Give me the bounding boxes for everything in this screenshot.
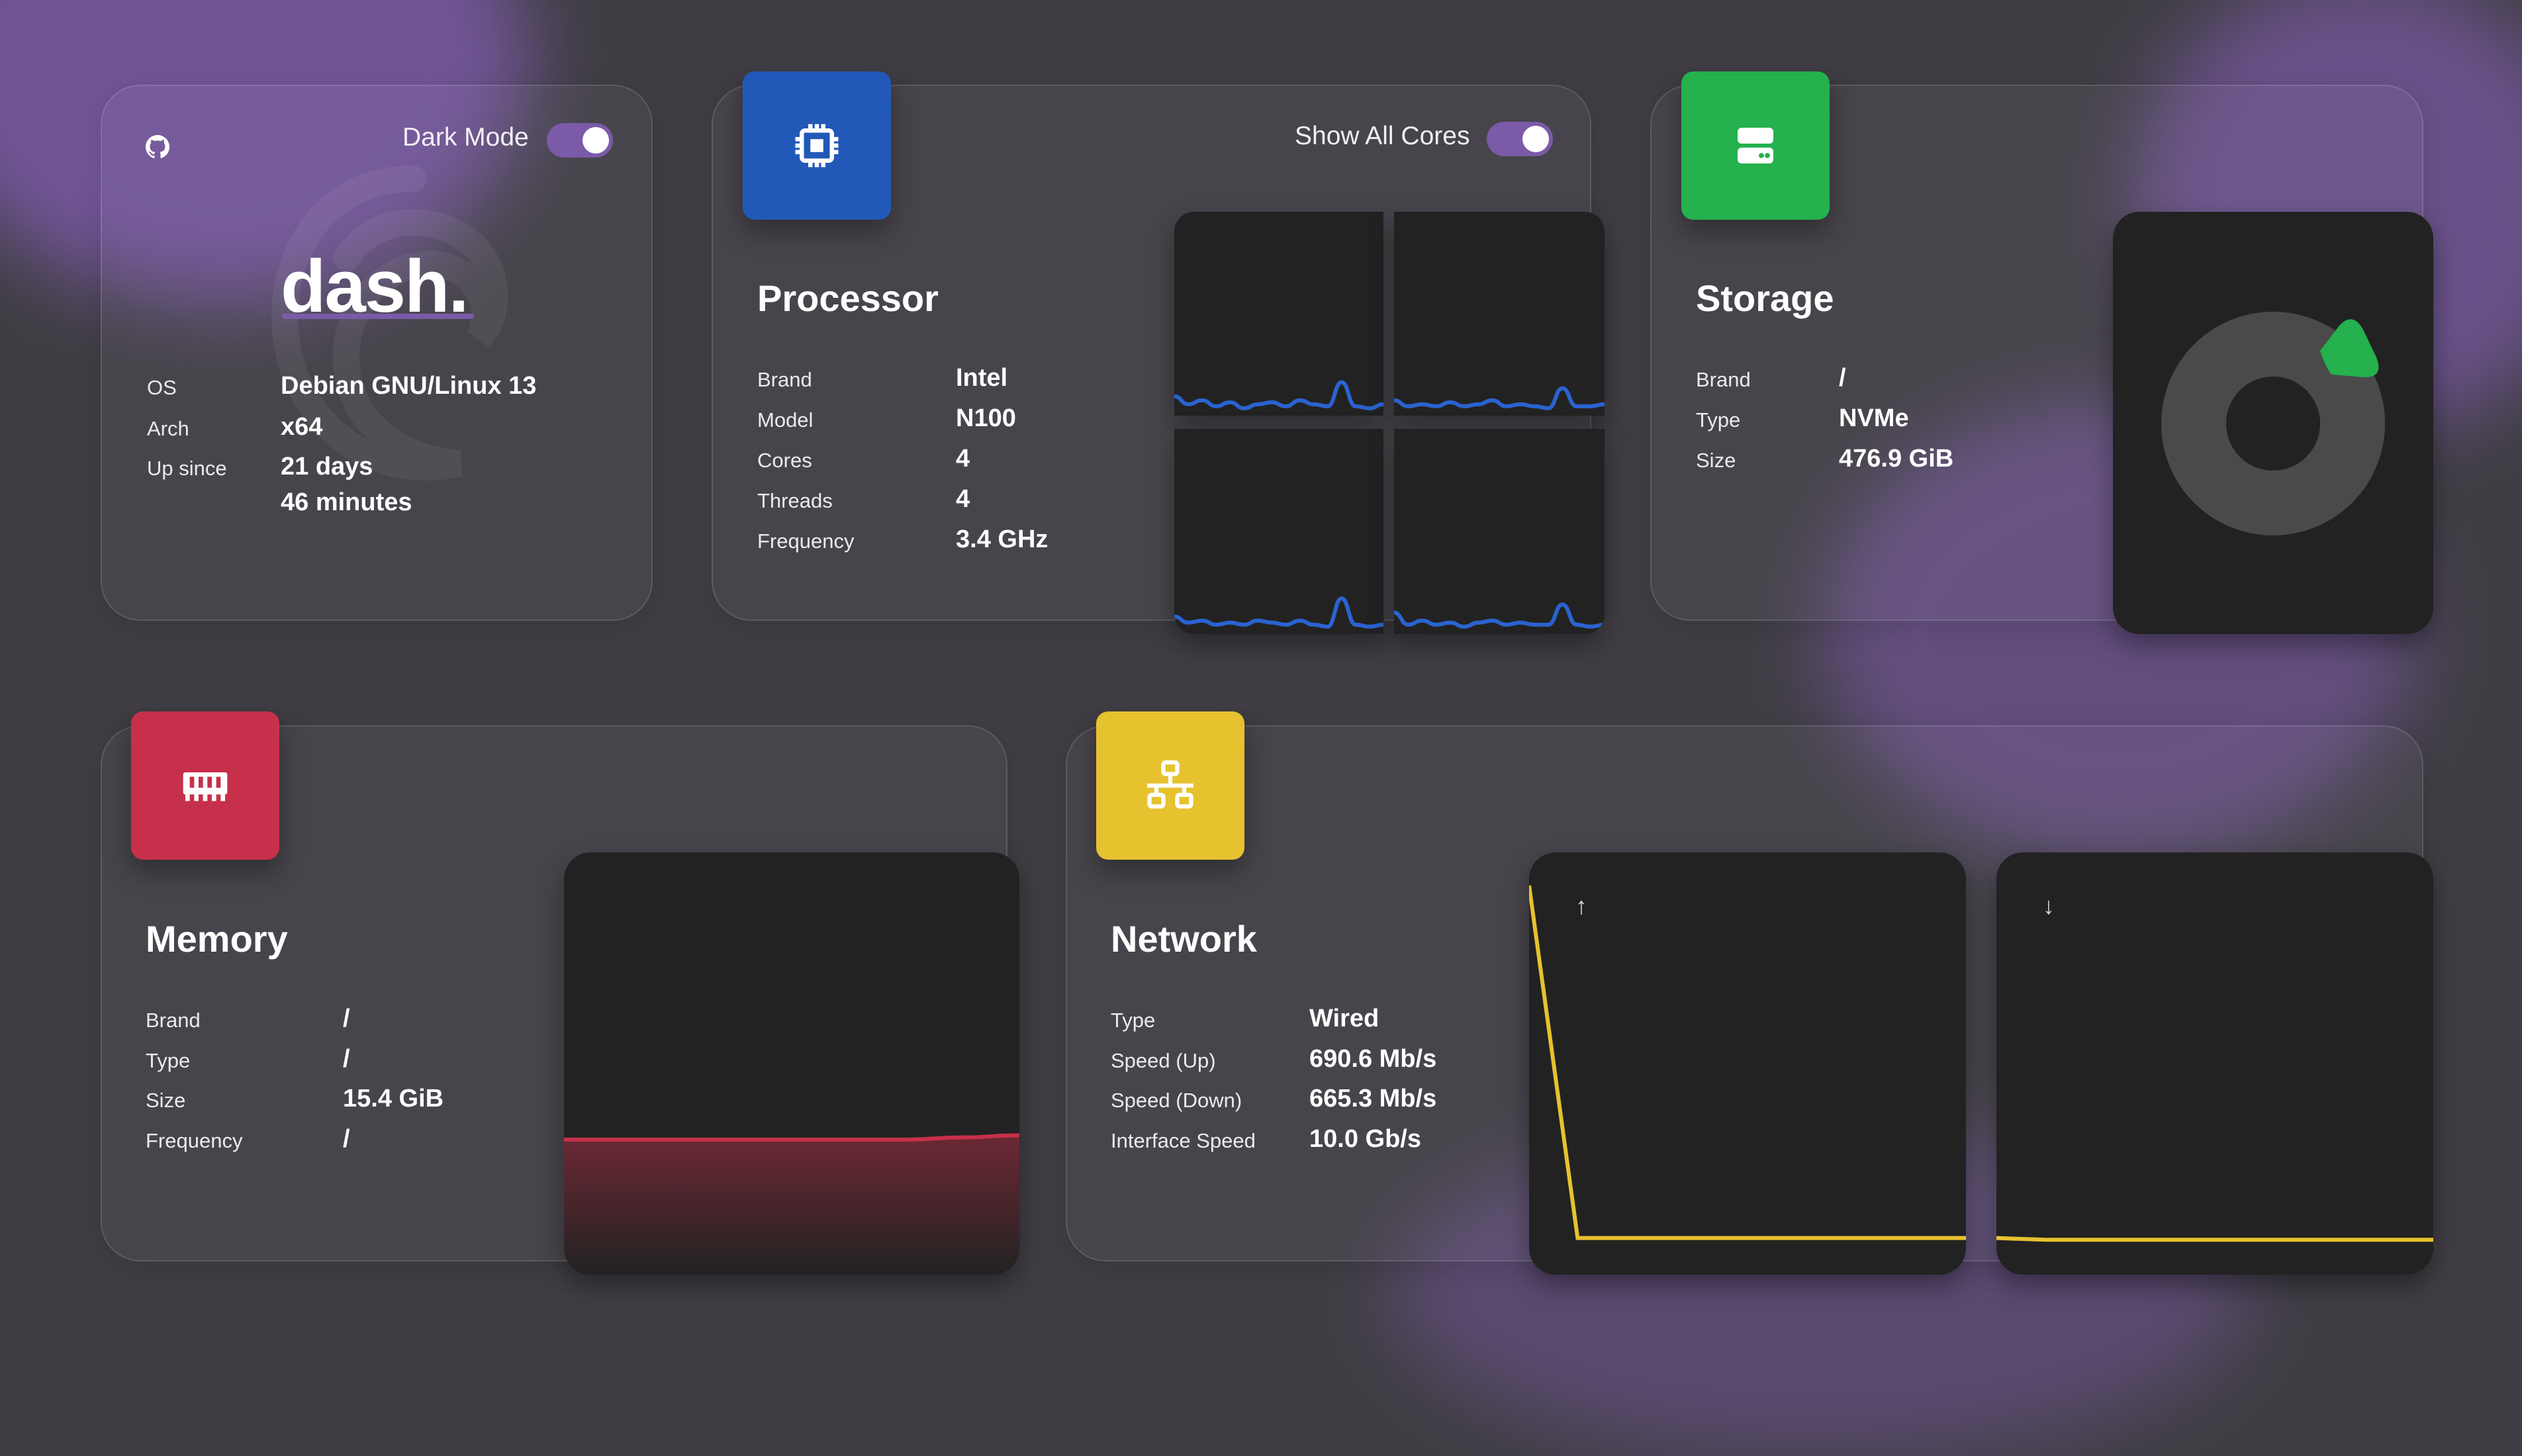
cpu-core-4-line <box>1394 602 1605 629</box>
memory-area <box>564 1135 1019 1275</box>
download-arrow-icon: ↓ <box>2043 892 2055 919</box>
cpu-brand-label: Brand <box>757 368 812 391</box>
storage-icon-tile <box>1681 71 1830 220</box>
storage-gap <box>2226 377 2320 471</box>
dark-mode-toggle[interactable] <box>547 123 613 158</box>
ram-icon <box>183 772 228 801</box>
cpu-brand-value: Intel <box>956 364 1008 392</box>
memory-usage-chart <box>564 852 1019 1275</box>
memory-title: Memory <box>146 918 288 960</box>
cpu-core-chart <box>1394 429 1605 634</box>
arch-value: x64 <box>281 413 323 441</box>
cpu-core-2-plot <box>1394 386 1605 410</box>
network-type-value: Wired <box>1309 1005 1379 1032</box>
cpu-frequency-label: Frequency <box>757 529 855 553</box>
cpu-core-3-line <box>1174 596 1383 629</box>
cpu-core-1-line <box>1174 380 1383 410</box>
memory-brand-label: Brand <box>146 1009 201 1032</box>
storage-brand-label: Brand <box>1696 368 1751 391</box>
cpu-model-label: Model <box>757 408 814 432</box>
network-icon <box>1147 760 1193 809</box>
network-speed-down-label: Speed (Down) <box>1111 1089 1242 1112</box>
os-value: Debian GNU/Linux 13 <box>281 372 537 400</box>
cpu-cores-value: 4 <box>956 445 970 473</box>
cpu-core-4-plot <box>1394 602 1605 629</box>
storage-size-value: 476.9 GiB <box>1839 445 1954 473</box>
storage-type-label: Type <box>1696 408 1741 432</box>
network-upload-line <box>1529 885 1966 1240</box>
memory-plot <box>564 1133 1019 1275</box>
cpu-core-1-plot <box>1174 380 1383 410</box>
github-icon[interactable] <box>146 135 169 159</box>
cpu-core-chart <box>1174 429 1383 634</box>
network-interface-speed-label: Interface Speed <box>1111 1129 1256 1152</box>
toggle-knob <box>583 127 609 154</box>
cpu-model-value: N100 <box>956 404 1016 432</box>
memory-icon-tile <box>131 711 279 860</box>
cpu-frequency-value: 3.4 GHz <box>956 525 1049 553</box>
processor-icon-tile <box>743 71 891 220</box>
network-download-line <box>1996 1236 2433 1242</box>
storage-donut <box>2161 312 2385 535</box>
network-speed-up-value: 690.6 Mb/s <box>1309 1045 1437 1073</box>
network-title: Network <box>1111 918 1257 960</box>
system-card: Dark Mode dash. OS Debian GNU/Linux 13 A… <box>101 85 653 621</box>
network-interface-speed-value: 10.0 Gb/s <box>1309 1125 1421 1153</box>
memory-size-label: Size <box>146 1089 186 1112</box>
memory-frequency-label: Frequency <box>146 1129 243 1152</box>
network-speed-down-value: 665.3 Mb/s <box>1309 1085 1437 1113</box>
storage-usage-chart <box>2113 212 2433 634</box>
hard-drive-icon <box>1738 128 1773 163</box>
cpu-core-3-plot <box>1174 596 1383 629</box>
show-all-cores-label: Show All Cores <box>1295 122 1470 150</box>
os-label: OS <box>147 376 177 399</box>
storage-title: Storage <box>1696 277 1834 319</box>
cpu-threads-label: Threads <box>757 489 833 512</box>
processor-title: Processor <box>757 277 939 319</box>
uptime-label: Up since <box>147 457 227 480</box>
arch-label: Arch <box>147 417 189 440</box>
cpu-threads-value: 4 <box>956 485 970 513</box>
upload-arrow-icon: ↑ <box>1575 892 1587 919</box>
cpu-cores-label: Cores <box>757 449 812 472</box>
memory-size-value: 15.4 GiB <box>343 1085 444 1113</box>
cpu-icon <box>795 124 839 167</box>
network-upload-plot <box>1529 885 1966 1240</box>
memory-brand-value: / <box>343 1005 350 1032</box>
cpu-core-chart <box>1394 212 1605 416</box>
uptime-minutes: 46 minutes <box>281 488 412 516</box>
toggle-knob <box>1522 126 1549 152</box>
uptime-days: 21 days <box>281 453 373 480</box>
storage-size-label: Size <box>1696 449 1736 472</box>
storage-brand-value: / <box>1839 364 1846 392</box>
memory-type-label: Type <box>146 1049 191 1072</box>
network-upload-chart: ↑ <box>1529 852 1966 1275</box>
cpu-core-chart <box>1174 212 1383 416</box>
memory-line <box>564 1133 1019 1142</box>
storage-type-value: NVMe <box>1839 404 1909 432</box>
network-speed-up-label: Speed (Up) <box>1111 1049 1216 1072</box>
logo-underline <box>282 314 474 319</box>
dark-mode-label: Dark Mode <box>402 123 529 152</box>
cpu-core-2-line <box>1394 386 1605 410</box>
show-all-cores-toggle[interactable] <box>1487 122 1553 156</box>
network-icon-tile <box>1096 711 1244 860</box>
network-download-chart: ↓ <box>1996 852 2433 1275</box>
network-type-label: Type <box>1111 1009 1156 1032</box>
memory-type-value: / <box>343 1045 350 1073</box>
network-download-plot <box>1996 1236 2433 1242</box>
memory-frequency-value: / <box>343 1125 350 1153</box>
